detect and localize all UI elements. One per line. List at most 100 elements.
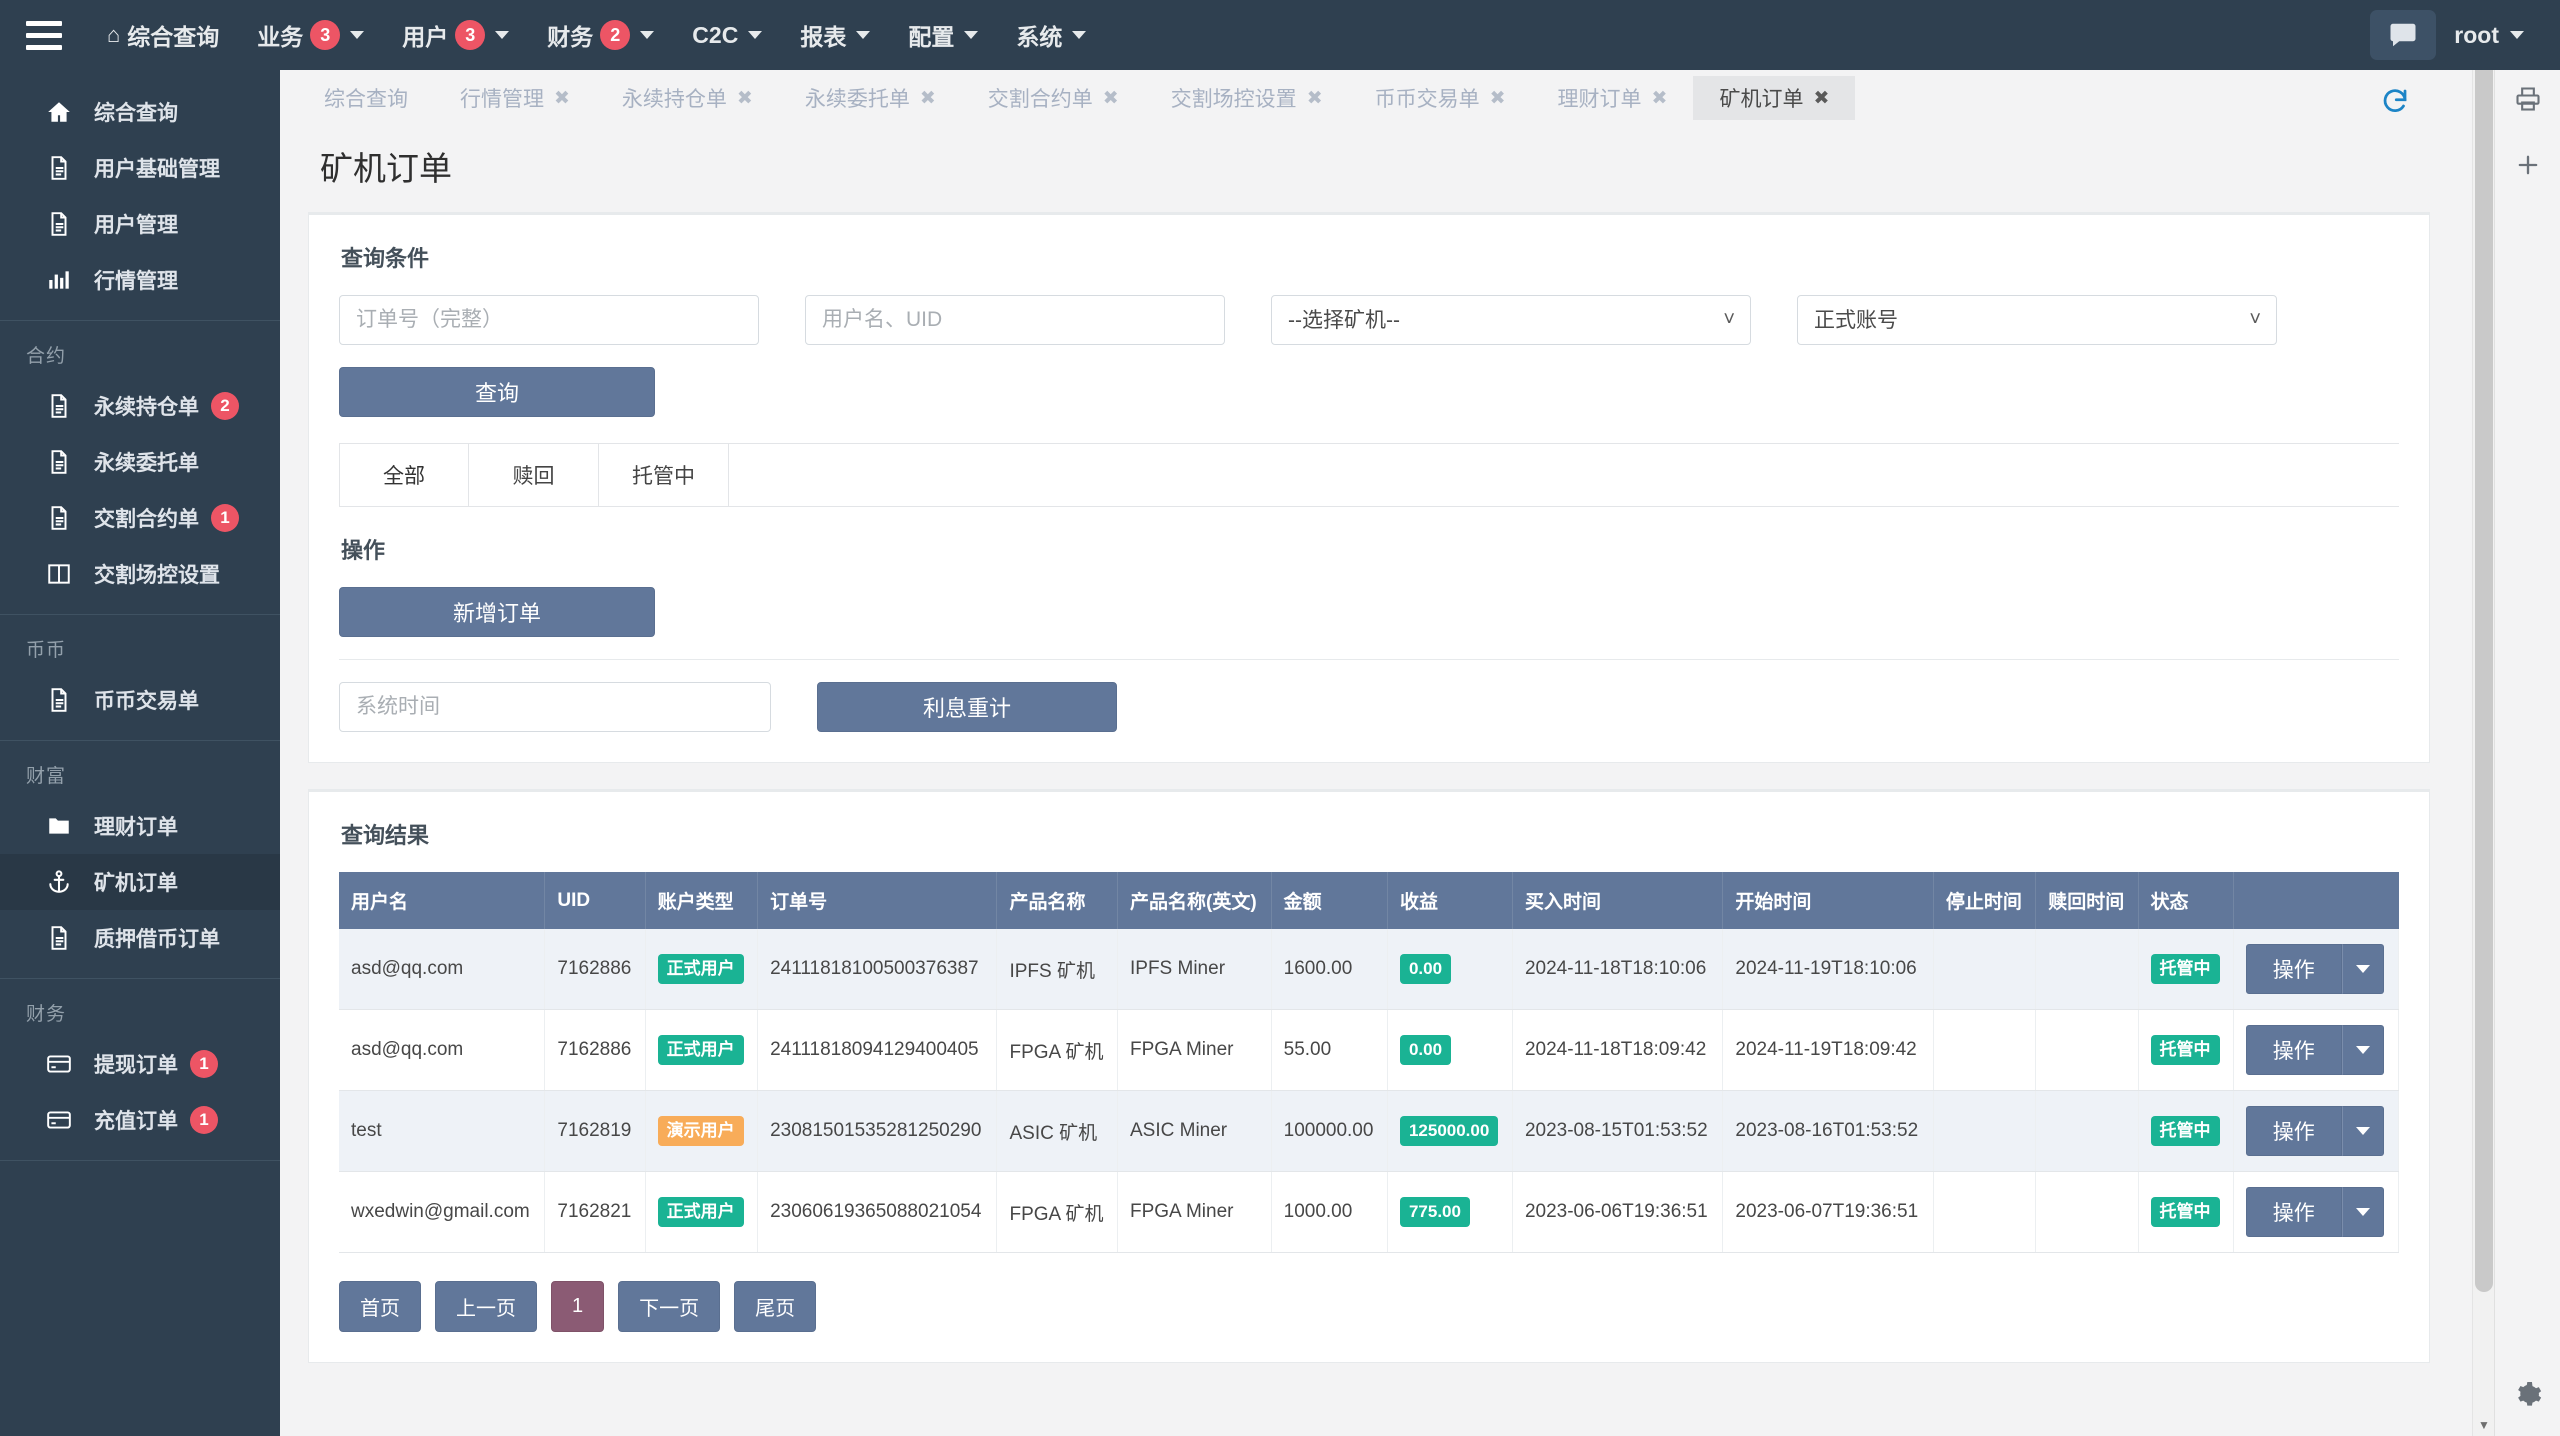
nav-item-c2c[interactable]: C2C xyxy=(673,0,781,70)
column-header-product-cn[interactable]: 产品名称 xyxy=(996,872,1118,929)
tab-spot-trade-orders[interactable]: 币币交易单 ✖ xyxy=(1349,76,1532,120)
nav-item-config[interactable]: 配置 xyxy=(889,0,997,70)
sidebar-item-withdraw-orders[interactable]: 提现订单 1 xyxy=(0,1036,280,1092)
nav-item-system[interactable]: 系统 xyxy=(997,0,1105,70)
sidebar-item-delivery-contract-orders[interactable]: 交割合约单 1 xyxy=(0,490,280,546)
action-dropdown-toggle[interactable] xyxy=(2341,944,2384,994)
close-icon[interactable]: ✖ xyxy=(1307,87,1323,110)
nav-item-reports[interactable]: 报表 xyxy=(781,0,889,70)
column-header-username[interactable]: 用户名 xyxy=(339,872,546,929)
chat-button[interactable] xyxy=(2370,10,2437,60)
close-icon[interactable]: ✖ xyxy=(1103,87,1119,110)
tab-wealth-orders[interactable]: 理财订单 ✖ xyxy=(1532,76,1694,120)
column-header-amount[interactable]: 金额 xyxy=(1271,872,1388,929)
action-button[interactable]: 操作 xyxy=(2245,1187,2342,1237)
cell-username[interactable]: asd@qq.com xyxy=(339,929,546,1010)
status-tab-redeem[interactable]: 赎回 xyxy=(469,444,599,506)
scrollbar-thumb[interactable] xyxy=(2475,22,2493,1292)
sidebar-item-perpetual-positions[interactable]: 永续持仓单 2 xyxy=(0,378,280,434)
column-header-order-no[interactable]: 订单号 xyxy=(757,872,998,929)
tab-market-management[interactable]: 行情管理 ✖ xyxy=(434,76,596,120)
printer-icon xyxy=(2516,87,2540,111)
add-order-button[interactable]: 新增订单 xyxy=(339,587,655,637)
action-dropdown-toggle[interactable] xyxy=(2341,1187,2384,1237)
cell-product-en: FPGA Miner xyxy=(1117,1009,1272,1091)
status-tab-all[interactable]: 全部 xyxy=(339,444,469,506)
close-icon[interactable]: ✖ xyxy=(1652,87,1668,110)
action-button[interactable]: 操作 xyxy=(2245,944,2342,994)
status-tabs-filler xyxy=(729,444,2399,506)
system-time-input[interactable] xyxy=(339,682,771,732)
column-header-buy-time[interactable]: 买入时间 xyxy=(1512,872,1724,929)
sidebar-item-label: 交割合约单 xyxy=(94,508,199,531)
sidebar-item-label: 理财订单 xyxy=(94,816,178,839)
action-dropdown-toggle[interactable] xyxy=(2341,1025,2384,1075)
sidebar-item-market-management[interactable]: 行情管理 xyxy=(0,252,280,308)
sidebar-item-wealth-orders[interactable]: 理财订单 xyxy=(0,798,280,854)
sidebar-item-perpetual-orders[interactable]: 永续委托单 xyxy=(0,434,280,490)
sidebar-item-comprehensive-query[interactable]: 综合查询 xyxy=(0,84,280,140)
nav-item-finance[interactable]: 财务 2 xyxy=(528,0,673,70)
close-icon[interactable]: ✖ xyxy=(1490,87,1506,110)
tab-perpetual-positions[interactable]: 永续持仓单 ✖ xyxy=(596,76,779,120)
column-header-account-type[interactable]: 账户类型 xyxy=(645,872,759,929)
sidebar-item-pledge-loan-orders[interactable]: 质押借币订单 xyxy=(0,910,280,966)
account-type-badge: 正式用户 xyxy=(657,1035,744,1065)
sidebar-item-label: 综合查询 xyxy=(94,102,178,125)
column-header-profit[interactable]: 收益 xyxy=(1387,872,1513,929)
action-button[interactable]: 操作 xyxy=(2245,1106,2342,1156)
column-header-status[interactable]: 状态 xyxy=(2138,872,2234,929)
refresh-button[interactable] xyxy=(2380,86,2410,116)
cell-product-cn: IPFS 矿机 xyxy=(996,929,1118,1010)
column-header-uid[interactable]: UID xyxy=(544,872,646,929)
action-dropdown-toggle[interactable] xyxy=(2341,1106,2384,1156)
menu-toggle-button[interactable] xyxy=(0,0,88,70)
print-button-rail[interactable] xyxy=(2495,66,2560,132)
tab-miner-orders[interactable]: 矿机订单 ✖ xyxy=(1693,76,1856,120)
user-menu[interactable]: root xyxy=(2454,22,2524,49)
miner-select[interactable]: --选择矿机-- xyxy=(1271,295,1751,345)
tab-delivery-control-settings[interactable]: 交割场控设置 ✖ xyxy=(1145,76,1349,120)
pagination-first[interactable]: 首页 xyxy=(339,1281,421,1332)
nav-item-home[interactable]: ⌂ 综合查询 xyxy=(88,0,238,70)
sidebar-item-deposit-orders[interactable]: 充值订单 1 xyxy=(0,1092,280,1148)
tab-comprehensive-query[interactable]: 综合查询 xyxy=(298,76,434,120)
pagination-prev[interactable]: 上一页 xyxy=(435,1281,537,1332)
sidebar-item-user-management[interactable]: 用户管理 xyxy=(0,196,280,252)
settings-button-rail[interactable] xyxy=(2495,1362,2560,1428)
search-button[interactable]: 查询 xyxy=(339,367,655,417)
close-icon[interactable]: ✖ xyxy=(920,87,936,110)
close-icon[interactable]: ✖ xyxy=(737,87,753,110)
sidebar-item-user-basic-management[interactable]: 用户基础管理 xyxy=(0,140,280,196)
account-type-select[interactable]: 正式账号 xyxy=(1797,295,2277,345)
column-header-start-time[interactable]: 开始时间 xyxy=(1722,872,1934,929)
pagination-last[interactable]: 尾页 xyxy=(734,1281,817,1332)
column-header-stop-time[interactable]: 停止时间 xyxy=(1933,872,2037,929)
cell-username[interactable]: wxedwin@gmail.com xyxy=(339,1171,546,1253)
column-header-product-en[interactable]: 产品名称(英文) xyxy=(1117,872,1272,929)
scroll-down-icon[interactable]: ▼ xyxy=(2473,1414,2495,1436)
hamburger-bar xyxy=(26,44,62,50)
sidebar-item-delivery-control-settings[interactable]: 交割场控设置 xyxy=(0,546,280,602)
username-uid-input[interactable] xyxy=(805,295,1225,345)
sidebar-item-miner-orders[interactable]: 矿机订单 xyxy=(0,854,280,910)
cell-redeem-time xyxy=(2035,1171,2139,1253)
nav-item-users[interactable]: 用户 3 xyxy=(383,0,528,70)
nav-item-business[interactable]: 业务 3 xyxy=(238,0,383,70)
pagination-next[interactable]: 下一页 xyxy=(618,1281,721,1332)
tab-perpetual-orders[interactable]: 永续委托单 ✖ xyxy=(779,76,962,120)
tab-delivery-contract-orders[interactable]: 交割合约单 ✖ xyxy=(962,76,1145,120)
cell-username[interactable]: asd@qq.com xyxy=(339,1009,546,1091)
vertical-scrollbar[interactable]: ▲ ▼ xyxy=(2472,0,2494,1436)
close-icon[interactable]: ✖ xyxy=(554,87,570,110)
status-tab-hosting[interactable]: 托管中 xyxy=(599,444,729,506)
column-header-redeem-time[interactable]: 赎回时间 xyxy=(2035,872,2139,929)
interest-recalc-button[interactable]: 利息重计 xyxy=(817,682,1117,732)
sidebar-item-spot-trade-orders[interactable]: 币币交易单 xyxy=(0,672,280,728)
action-button[interactable]: 操作 xyxy=(2245,1025,2342,1075)
close-icon[interactable]: ✖ xyxy=(1813,87,1829,110)
add-button-rail[interactable] xyxy=(2495,132,2560,198)
cell-username[interactable]: test xyxy=(339,1090,546,1172)
pagination-current-page[interactable]: 1 xyxy=(551,1281,605,1332)
order-no-input[interactable] xyxy=(339,295,759,345)
